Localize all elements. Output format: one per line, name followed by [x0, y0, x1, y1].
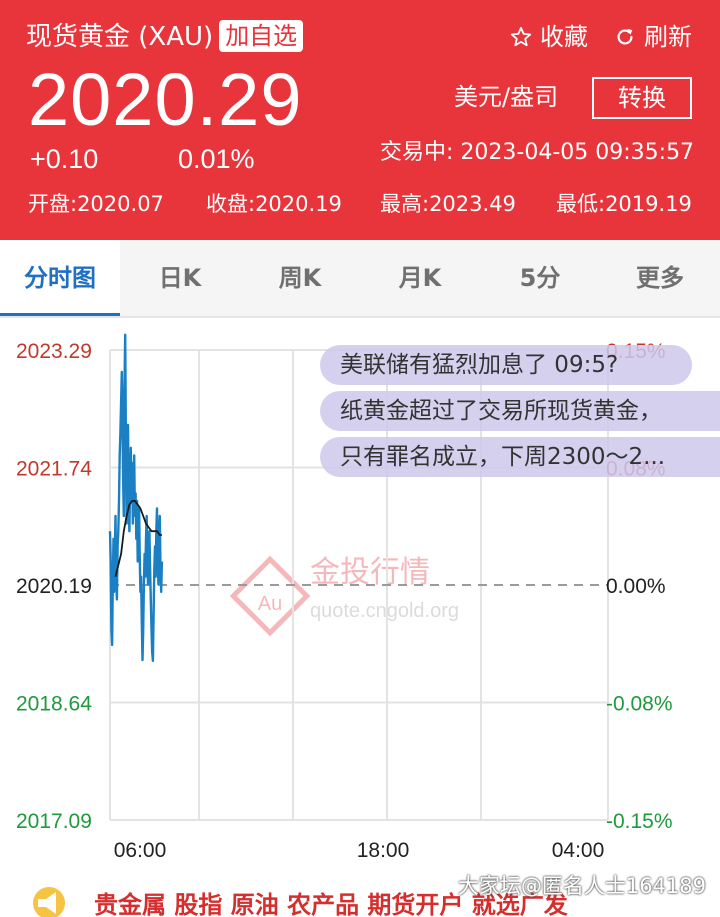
instrument-title: 现货黄金 (XAU) 加自选 [26, 20, 304, 54]
cngold-watermark: Au 金投行情 quote.cngold.org [229, 555, 459, 637]
pct-tick-label: 0.00% [606, 575, 666, 598]
star-icon [510, 26, 532, 47]
y-tick-label: 2021.74 [16, 458, 92, 481]
low-price: 最低:2019.19 [556, 192, 692, 216]
close-price: 收盘:2020.19 [206, 192, 342, 216]
watermark-site: quote.cngold.org [310, 600, 459, 622]
header-actions: 收藏 刷新 [510, 20, 692, 54]
instrument-name: 现货黄金 (XAU) [26, 22, 214, 52]
comment-bubble-3[interactable]: 只有罪名成立，下周2300～2... [320, 437, 720, 477]
chart-series [108, 333, 164, 662]
y-tick-label: 2023.29 [16, 340, 92, 363]
x-tick-label: 04:00 [552, 839, 605, 862]
tab-weekly-k[interactable]: 周K [240, 240, 360, 316]
price-change-percent: 0.01% [178, 144, 255, 174]
high-price: 最高:2023.49 [380, 192, 516, 216]
tab-intraday[interactable]: 分时图 [0, 240, 120, 316]
add-watchlist-button[interactable]: 加自选 [219, 20, 304, 52]
y-tick-label: 2020.19 [16, 575, 92, 598]
convert-button[interactable]: 转换 [592, 77, 692, 119]
refresh-button[interactable]: 刷新 [614, 20, 692, 54]
tab-monthly-k[interactable]: 月K [360, 240, 480, 316]
current-price: 2020.29 [28, 58, 303, 141]
tab-more[interactable]: 更多 [600, 240, 720, 316]
price-change: +0.10 [30, 144, 99, 174]
price-line [108, 333, 164, 662]
tab-5min[interactable]: 5分 [480, 240, 600, 316]
watermark-logo-text: Au [258, 593, 282, 615]
pct-tick-label: -0.08% [606, 693, 673, 716]
favorite-button[interactable]: 收藏 [510, 20, 588, 54]
pct-tick-label: -0.15% [606, 810, 673, 833]
price-unit: 美元/盎司 [454, 83, 559, 111]
refresh-icon [617, 28, 633, 45]
quote-header: 现货黄金 (XAU) 加自选 收藏 刷新 2020.29 美元/盎司 转换 +0.… [0, 0, 720, 240]
trading-status: 交易中: 2023-04-05 09:35:57 [380, 140, 695, 165]
tab-daily-k[interactable]: 日K [120, 240, 240, 316]
y-tick-label: 2017.09 [16, 810, 92, 833]
user-watermark: 大家坛@匿名人士164189 [457, 874, 706, 898]
comment-bubble-1[interactable]: 美联储有猛烈加息了 09:5? [320, 345, 692, 385]
x-tick-label: 18:00 [357, 839, 410, 862]
refresh-label: 刷新 [644, 23, 692, 51]
megaphone-icon [33, 887, 65, 917]
y-tick-label: 2018.64 [16, 693, 92, 716]
comment-bubble-2[interactable]: 纸黄金超过了交易所现货黄金， [320, 391, 720, 431]
x-tick-label: 06:00 [114, 839, 167, 862]
open-price: 开盘:2020.07 [28, 192, 164, 216]
favorite-label: 收藏 [540, 23, 588, 51]
chart-tabs: 分时图 日K 周K 月K 5分 更多 [0, 240, 720, 318]
